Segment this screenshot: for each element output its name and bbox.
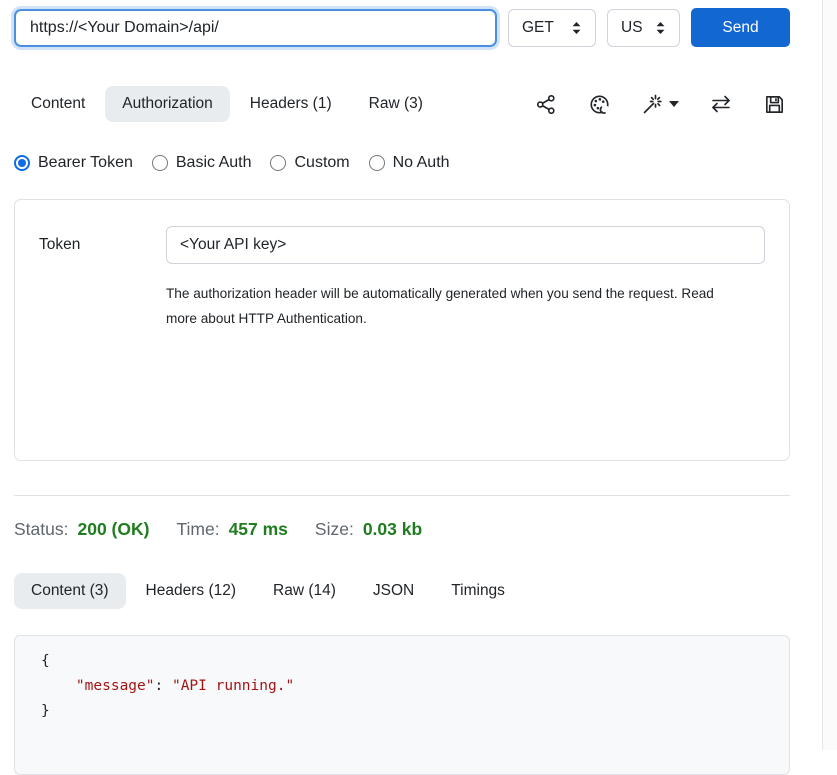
time-value: 457 ms <box>229 519 288 540</box>
method-select[interactable]: GET <box>508 9 596 47</box>
token-row: Token <box>39 226 765 264</box>
radio-icon <box>369 155 385 171</box>
response-tab-content[interactable]: Content (3) <box>14 573 126 609</box>
status-label: Status: <box>14 519 68 540</box>
token-input[interactable] <box>166 226 765 264</box>
select-arrows-icon <box>571 21 582 35</box>
code-line: } <box>41 699 763 724</box>
section-divider <box>14 495 790 496</box>
json-value: "API running." <box>172 678 294 694</box>
code-line: { <box>41 649 763 674</box>
api-client-page: GET US Send Content Authorization Header… <box>14 0 790 775</box>
request-tabs-row: Content Authorization Headers (1) Raw (3… <box>14 86 790 122</box>
response-tab-headers[interactable]: Headers (12) <box>129 573 253 609</box>
url-input[interactable] <box>14 9 497 47</box>
size-value: 0.03 kb <box>363 519 422 540</box>
select-arrows-icon <box>655 21 666 35</box>
token-help-text: The authorization header will be automat… <box>166 281 748 331</box>
token-panel: Token The authorization header will be a… <box>14 199 790 461</box>
radio-icon <box>270 155 286 171</box>
region-select-value: US <box>621 19 643 37</box>
response-body: { "message": "API running." } <box>14 635 790 775</box>
radio-label: No Auth <box>393 154 450 172</box>
response-tab-raw[interactable]: Raw (14) <box>256 573 353 609</box>
tab-authorization[interactable]: Authorization <box>105 86 229 122</box>
code-line: "message": "API running." <box>41 674 763 699</box>
region-select[interactable]: US <box>607 9 680 47</box>
request-bar: GET US Send <box>14 8 790 47</box>
token-label: Token <box>39 236 166 254</box>
request-toolbar <box>535 92 790 116</box>
tab-raw[interactable]: Raw (3) <box>352 86 440 122</box>
method-select-value: GET <box>522 19 554 37</box>
response-tab-timings[interactable]: Timings <box>434 573 522 609</box>
response-tabs-row: Content (3) Headers (12) Raw (14) JSON T… <box>14 573 790 609</box>
send-button[interactable]: Send <box>691 8 790 47</box>
tab-headers[interactable]: Headers (1) <box>233 86 349 122</box>
response-summary: Status: 200 (OK) Time: 457 ms Size: 0.03… <box>14 519 790 540</box>
tab-content[interactable]: Content <box>14 86 102 122</box>
radio-selected-icon <box>14 155 30 171</box>
auth-type-options: Bearer Token Basic Auth Custom No Auth <box>14 154 790 172</box>
radio-label: Custom <box>294 154 349 172</box>
json-key: "message" <box>76 678 155 694</box>
radio-icon <box>152 155 168 171</box>
radio-basic-auth[interactable]: Basic Auth <box>152 154 252 172</box>
json-separator: : <box>155 678 172 694</box>
magic-wand-icon[interactable] <box>641 92 679 116</box>
radio-label: Basic Auth <box>176 154 252 172</box>
page-scrollbar[interactable] <box>822 0 837 750</box>
status-value: 200 (OK) <box>77 519 149 540</box>
radio-no-auth[interactable]: No Auth <box>369 154 450 172</box>
chevron-down-icon <box>669 101 679 107</box>
swap-arrows-icon[interactable] <box>709 92 733 116</box>
radio-bearer-token[interactable]: Bearer Token <box>14 154 133 172</box>
time-label: Time: <box>176 519 219 540</box>
size-label: Size: <box>315 519 354 540</box>
save-icon[interactable] <box>763 93 786 116</box>
palette-icon[interactable] <box>588 93 611 116</box>
radio-label: Bearer Token <box>38 154 133 172</box>
share-icon[interactable] <box>535 93 558 116</box>
response-tab-json[interactable]: JSON <box>356 573 431 609</box>
radio-custom[interactable]: Custom <box>270 154 349 172</box>
